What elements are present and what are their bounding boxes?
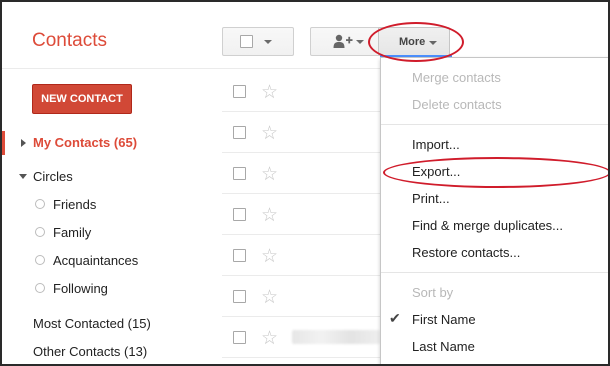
expand-arrow-icon[interactable] xyxy=(21,139,26,147)
row-checkbox[interactable] xyxy=(233,167,246,180)
chevron-down-icon xyxy=(356,40,364,44)
circle-icon xyxy=(35,199,45,209)
checkbox-icon xyxy=(240,35,253,48)
row-checkbox[interactable] xyxy=(233,249,246,262)
sidebar-item-friends[interactable]: Friends xyxy=(53,197,96,212)
sidebar-item-other-contacts[interactable]: Other Contacts (13) xyxy=(33,344,147,359)
row-divider xyxy=(222,193,382,194)
sidebar-item-following[interactable]: Following xyxy=(53,281,108,296)
circle-icon xyxy=(35,227,45,237)
collapse-arrow-icon[interactable] xyxy=(19,174,27,179)
menu-item-merge-contacts: Merge contacts xyxy=(412,70,501,85)
menu-divider xyxy=(381,124,608,125)
sidebar-item-circles[interactable]: Circles xyxy=(33,169,73,184)
sidebar-item-family[interactable]: Family xyxy=(53,225,91,240)
header-divider xyxy=(2,68,380,69)
star-icon[interactable]: ☆ xyxy=(261,124,278,143)
new-contact-button[interactable]: NEW CONTACT xyxy=(32,84,132,114)
sidebar-item-my-contacts[interactable]: My Contacts (65) xyxy=(33,135,137,150)
row-checkbox[interactable] xyxy=(233,290,246,303)
sidebar-item-acquaintances[interactable]: Acquaintances xyxy=(53,253,138,268)
active-nav-indicator xyxy=(2,131,5,155)
add-to-circles-button[interactable] xyxy=(310,27,380,56)
star-icon[interactable]: ☆ xyxy=(261,288,278,307)
row-checkbox[interactable] xyxy=(233,331,246,344)
row-divider xyxy=(222,234,382,235)
app-title: Contacts xyxy=(32,30,107,51)
row-divider xyxy=(222,111,382,112)
sidebar-item-most-contacted[interactable]: Most Contacted (15) xyxy=(33,316,151,331)
row-divider xyxy=(222,316,382,317)
menu-item-restore-contacts[interactable]: Restore contacts... xyxy=(412,245,520,260)
star-icon[interactable]: ☆ xyxy=(261,206,278,225)
chevron-down-icon xyxy=(264,40,272,44)
menu-item-print[interactable]: Print... xyxy=(412,191,450,206)
select-all-button[interactable] xyxy=(222,27,294,56)
star-icon[interactable]: ☆ xyxy=(261,247,278,266)
menu-section-sort-by: Sort by xyxy=(412,285,454,300)
menu-item-export[interactable]: Export... xyxy=(412,164,460,179)
contact-name-redacted[interactable] xyxy=(292,330,380,344)
more-button[interactable]: More xyxy=(378,27,450,56)
menu-item-sort-last-name[interactable]: Last Name xyxy=(412,339,475,354)
more-menu: Merge contacts Delete contacts Import...… xyxy=(380,57,608,364)
menu-item-delete-contacts: Delete contacts xyxy=(412,97,502,112)
star-icon[interactable]: ☆ xyxy=(261,165,278,184)
circle-icon xyxy=(35,283,45,293)
check-icon: ✔ xyxy=(389,310,401,326)
more-button-label: More xyxy=(399,36,426,48)
menu-item-find-merge-duplicates[interactable]: Find & merge duplicates... xyxy=(412,218,563,233)
row-checkbox[interactable] xyxy=(233,208,246,221)
circle-icon xyxy=(35,255,45,265)
star-icon[interactable]: ☆ xyxy=(261,83,278,102)
row-divider xyxy=(222,152,382,153)
menu-divider xyxy=(381,272,608,273)
row-checkbox[interactable] xyxy=(233,126,246,139)
add-person-icon xyxy=(333,34,353,48)
row-divider xyxy=(222,275,382,276)
star-icon[interactable]: ☆ xyxy=(261,329,278,348)
menu-item-sort-first-name[interactable]: First Name xyxy=(412,312,476,327)
row-checkbox[interactable] xyxy=(233,85,246,98)
menu-item-import[interactable]: Import... xyxy=(412,137,460,152)
app-window: Contacts More NEW CONTACT My Contacts (6… xyxy=(0,0,610,366)
row-divider xyxy=(222,357,382,358)
chevron-down-icon xyxy=(429,41,437,45)
